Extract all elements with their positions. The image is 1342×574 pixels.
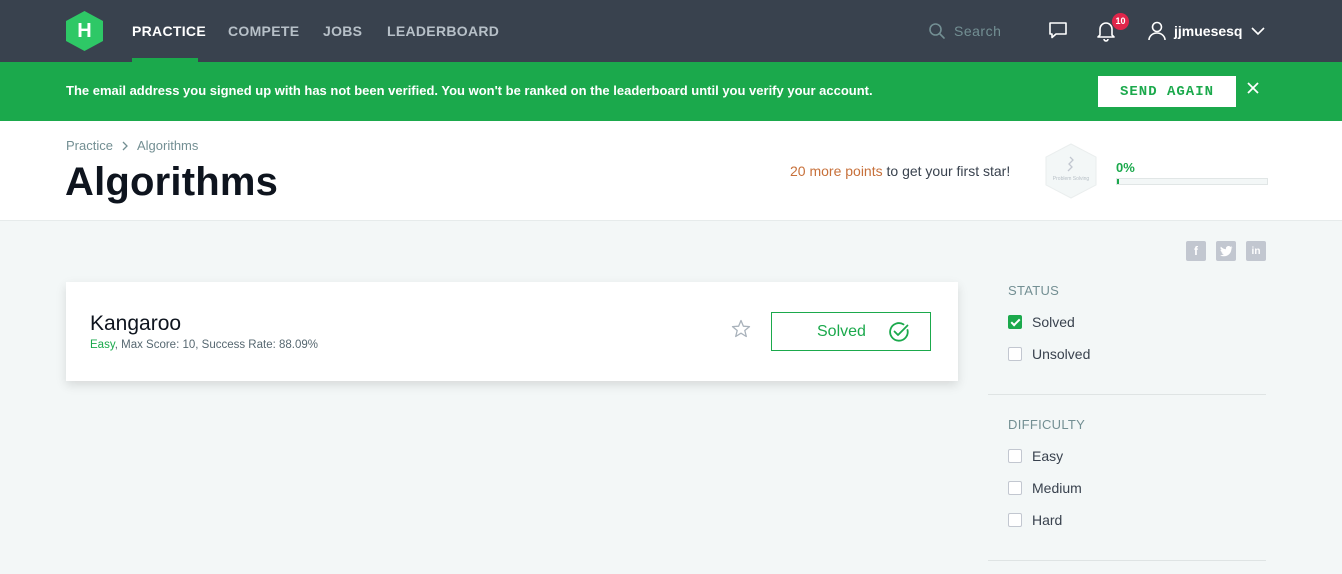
- solved-label: Solved: [817, 323, 866, 340]
- filter-status-solved[interactable]: Solved: [1008, 314, 1075, 330]
- challenge-stats: , Max Score: 10, Success Rate: 88.09%: [114, 339, 318, 351]
- difficulty-filter-heading: DIFFICULTY: [1008, 417, 1086, 432]
- filter-label: Solved: [1032, 314, 1075, 330]
- svg-text:H: H: [77, 20, 91, 42]
- progress-fill: [1117, 179, 1119, 184]
- breadcrumb-chevron-icon: [122, 141, 128, 150]
- points-rest: to get your first star!: [882, 163, 1011, 179]
- verification-banner: The email address you signed up with has…: [0, 62, 1342, 121]
- progress-percent: 0%: [1116, 160, 1135, 175]
- easy-checkbox[interactable]: [1008, 449, 1022, 463]
- points-message: 20 more points to get your first star!: [790, 163, 1010, 179]
- challenge-card[interactable]: Kangaroo Easy, Max Score: 10, Success Ra…: [66, 282, 958, 381]
- hard-checkbox[interactable]: [1008, 513, 1022, 527]
- nav-jobs[interactable]: JOBS: [323, 0, 362, 62]
- breadcrumb: Practice Algorithms: [66, 138, 198, 153]
- top-navbar: H PRACTICE COMPETE JOBS LEADERBOARD Sear…: [0, 0, 1342, 62]
- status-filter-heading: STATUS: [1008, 283, 1060, 298]
- filter-difficulty-medium[interactable]: Medium: [1008, 480, 1082, 496]
- svg-text:Problem Solving: Problem Solving: [1053, 176, 1090, 182]
- challenge-meta: Easy, Max Score: 10, Success Rate: 88.09…: [90, 339, 318, 351]
- filter-difficulty-hard[interactable]: Hard: [1008, 512, 1062, 528]
- facebook-share-icon[interactable]: f: [1186, 241, 1206, 261]
- challenge-name[interactable]: Kangaroo: [90, 312, 181, 336]
- check-circle-icon: [889, 322, 909, 342]
- user-avatar-icon[interactable]: [1147, 20, 1167, 42]
- hackerrank-logo[interactable]: H: [66, 11, 103, 51]
- page-title: Algorithms: [65, 160, 279, 204]
- twitter-share-icon[interactable]: t: [1216, 241, 1236, 261]
- filter-label: Medium: [1032, 480, 1082, 496]
- points-highlight[interactable]: 20 more points: [790, 163, 883, 179]
- verification-message: The email address you signed up with has…: [66, 83, 873, 98]
- star-progress-bar: [1116, 178, 1268, 185]
- nav-leaderboard[interactable]: LEADERBOARD: [387, 0, 499, 62]
- nav-practice[interactable]: PRACTICE: [132, 0, 206, 62]
- messages-icon[interactable]: [1048, 20, 1068, 40]
- notification-count-badge: 10: [1112, 13, 1129, 30]
- search-icon: [929, 23, 945, 39]
- problem-solving-badge-icon: Problem Solving: [1045, 143, 1097, 199]
- close-icon[interactable]: [1246, 81, 1260, 95]
- nav-compete[interactable]: COMPETE: [228, 0, 299, 62]
- bookmark-star-icon[interactable]: [731, 319, 751, 339]
- filter-divider: [988, 394, 1266, 395]
- filter-divider: [988, 560, 1266, 561]
- filter-label: Unsolved: [1032, 346, 1091, 362]
- send-again-button[interactable]: SEND AGAIN: [1098, 76, 1236, 107]
- difficulty-label: Easy: [90, 339, 115, 351]
- filter-label: Hard: [1032, 512, 1063, 528]
- linkedin-share-icon[interactable]: in: [1246, 241, 1266, 261]
- search-input[interactable]: Search: [928, 20, 1001, 42]
- breadcrumb-algorithms: Algorithms: [136, 138, 199, 153]
- solved-checkbox[interactable]: [1008, 315, 1022, 329]
- filter-status-unsolved[interactable]: Unsolved: [1008, 346, 1090, 362]
- chevron-down-icon[interactable]: [1251, 26, 1265, 36]
- unsolved-checkbox[interactable]: [1008, 347, 1022, 361]
- filter-label: Easy: [1032, 448, 1064, 464]
- search-placeholder: Search: [954, 23, 1002, 39]
- username[interactable]: jjmuesesq: [1174, 0, 1242, 62]
- breadcrumb-practice[interactable]: Practice: [66, 138, 113, 153]
- solved-button[interactable]: Solved: [771, 312, 931, 351]
- medium-checkbox[interactable]: [1008, 481, 1022, 495]
- filter-difficulty-easy[interactable]: Easy: [1008, 448, 1063, 464]
